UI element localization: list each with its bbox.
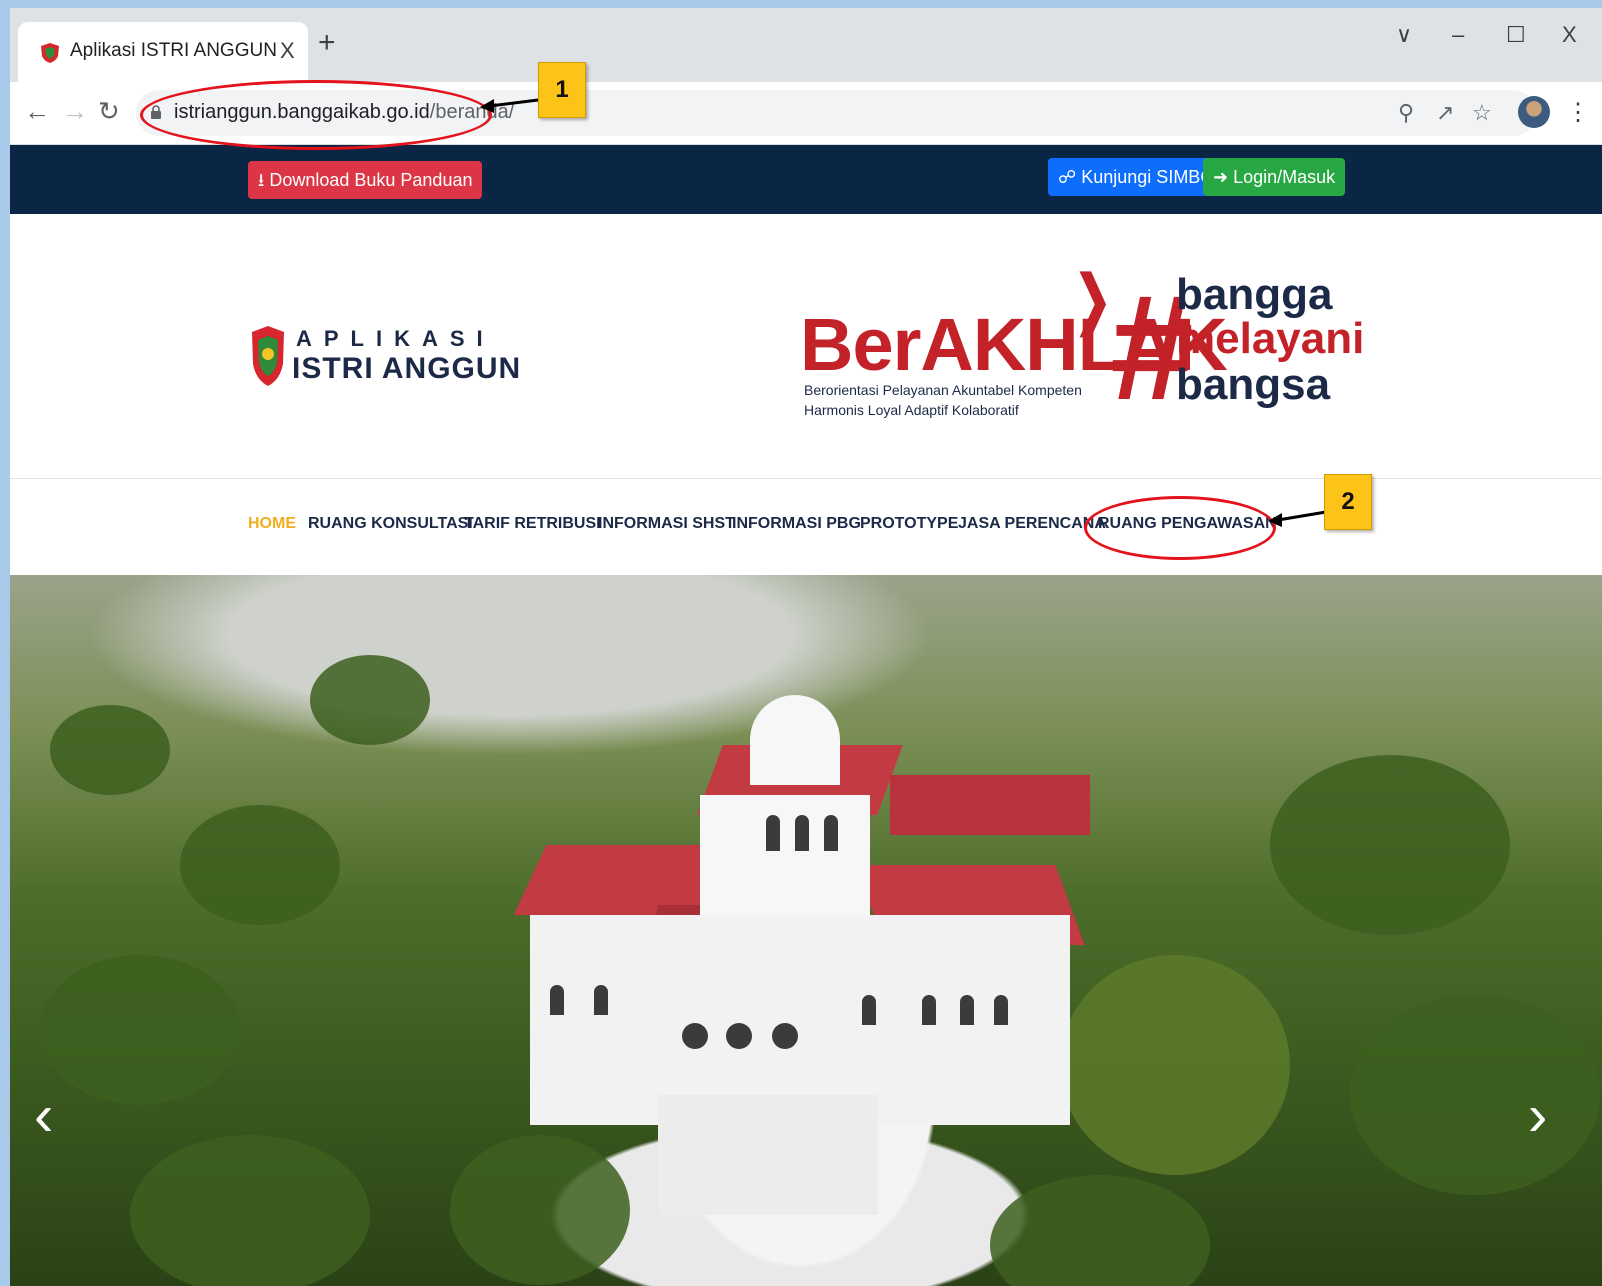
visit-simbg-label: Kunjungi SIMBG xyxy=(1081,167,1215,187)
site-top-bar: ⭳ Download Buku Panduan ☍ Kunjungi SIMBG… xyxy=(10,145,1602,214)
zoom-icon[interactable]: ⚲ xyxy=(1398,100,1414,126)
tab-title: Aplikasi ISTRI ANGGUN xyxy=(70,40,277,61)
forward-icon[interactable]: → xyxy=(62,98,88,124)
berakhlak-subtitle-2: Harmonis Loyal Adaptif Kolaboratif xyxy=(804,402,1019,418)
site-header: APLIKASI ISTRI ANGGUN ❯ BerAKHLAK Berori… xyxy=(10,214,1602,479)
share-icon[interactable]: ↗ xyxy=(1436,100,1454,126)
maximize-button[interactable]: ☐ xyxy=(1506,22,1526,48)
login-icon: ➜ xyxy=(1213,167,1229,187)
nav-prototype[interactable]: PROTOTYPE xyxy=(860,515,958,533)
logo-text-istri-anggun: ISTRI ANGGUN xyxy=(292,352,522,385)
logo-text-aplikasi: APLIKASI xyxy=(296,326,495,351)
annotation-arrow-2 xyxy=(1268,510,1327,527)
profile-avatar[interactable] xyxy=(1518,96,1550,128)
annotation-callout-1: 1 xyxy=(538,62,586,118)
new-tab-button[interactable]: + xyxy=(318,28,336,58)
carousel-prev-icon[interactable]: ‹ xyxy=(34,1087,53,1145)
nav-informasi-pbg[interactable]: INFORMASI PBG xyxy=(732,515,861,533)
annotation-callout-2: 2 xyxy=(1324,474,1372,530)
star-icon[interactable]: ☆ xyxy=(1472,100,1492,126)
minimize-button[interactable]: – xyxy=(1452,22,1464,48)
reload-icon[interactable]: ↻ xyxy=(98,98,120,124)
tab-istri-anggun[interactable]: Aplikasi ISTRI ANGGUN X xyxy=(18,22,308,82)
tab-strip: Aplikasi ISTRI ANGGUN X + ∨ – ☐ X xyxy=(10,8,1602,82)
nav-tarif-retribusi[interactable]: TARIF RETRIBUSI xyxy=(464,515,601,533)
tab-close-icon[interactable]: X xyxy=(280,38,295,64)
tagline-melayani: melayani xyxy=(1176,314,1365,363)
link-icon: ☍ xyxy=(1058,167,1077,187)
banggai-shield-icon[interactable] xyxy=(250,324,286,388)
nav-ruang-konsultasi[interactable]: RUANG KONSULTASI xyxy=(308,515,473,533)
annotation-arrow-1 xyxy=(480,98,539,113)
hero-carousel: ‹ › xyxy=(10,575,1602,1286)
berakhlak-subtitle-1: Berorientasi Pelayanan Akuntabel Kompete… xyxy=(804,382,1082,398)
carousel-next-icon[interactable]: › xyxy=(1528,1087,1547,1145)
nav-home[interactable]: HOME xyxy=(248,515,296,533)
tab-search-icon[interactable]: ∨ xyxy=(1396,22,1412,48)
browser-window: Aplikasi ISTRI ANGGUN X + ∨ – ☐ X ← → ↻ … xyxy=(10,8,1602,1286)
site-favicon-icon xyxy=(41,43,59,63)
download-guide-button[interactable]: ⭳ Download Buku Panduan xyxy=(248,161,483,199)
annotation-ellipse-url xyxy=(140,80,492,150)
tagline-bangga: bangga xyxy=(1176,270,1333,319)
login-button[interactable]: ➜ Login/Masuk xyxy=(1203,158,1346,196)
annotation-ellipse-nav xyxy=(1084,496,1276,560)
nav-informasi-shst[interactable]: INFORMASI SHST xyxy=(598,515,735,533)
menu-icon[interactable]: ⋮ xyxy=(1566,98,1590,127)
download-icon: ⭳ xyxy=(258,170,265,190)
tagline-bangsa: bangsa xyxy=(1176,360,1331,409)
visit-simbg-button[interactable]: ☍ Kunjungi SIMBG xyxy=(1048,158,1225,196)
back-icon[interactable]: ← xyxy=(24,98,50,124)
login-label: Login/Masuk xyxy=(1233,167,1336,187)
download-guide-label: Download Buku Panduan xyxy=(269,170,473,190)
close-window-button[interactable]: X xyxy=(1562,22,1577,48)
